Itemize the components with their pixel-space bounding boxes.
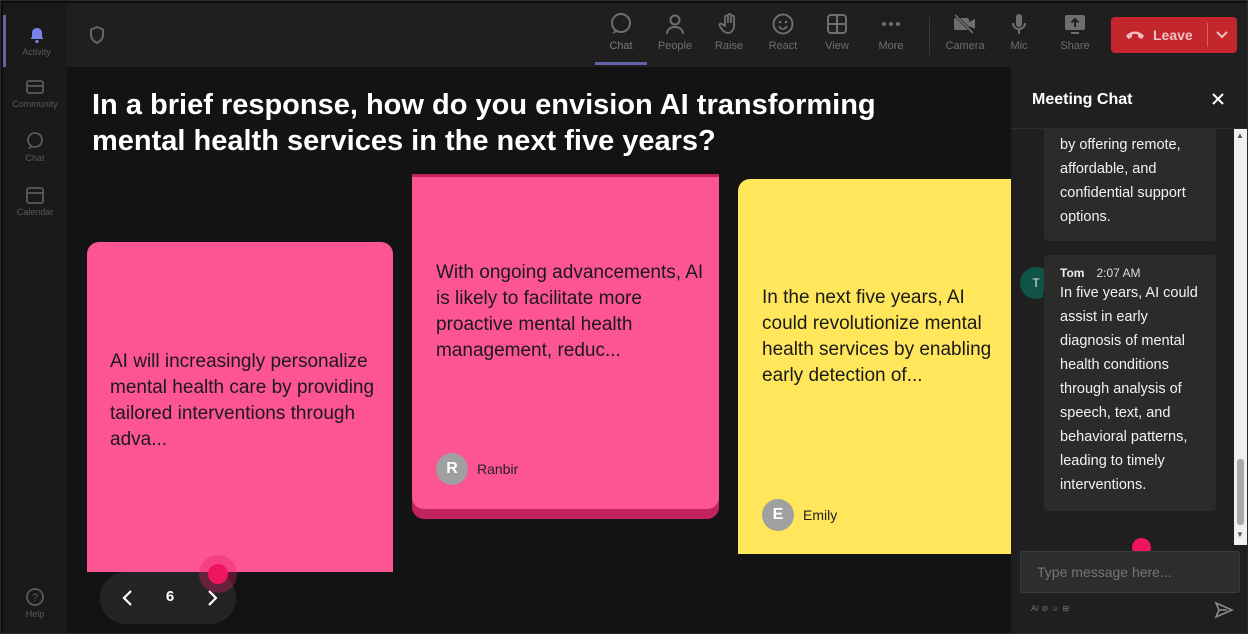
toolbar-view-button[interactable]: View — [811, 11, 863, 65]
leave-button[interactable]: Leave — [1111, 17, 1237, 53]
toolbar-label: Camera — [945, 40, 985, 52]
author-name: Emily — [803, 507, 838, 523]
meeting-toolbar: Chat People Raise React View More Camera… — [67, 3, 1247, 67]
rail-item-label: Community — [12, 99, 58, 109]
toolbar-label: Mic — [1010, 40, 1028, 52]
toolbar-label: More — [878, 40, 904, 52]
format-toolbar: A/ ⊘ ☺ ⊞ — [1031, 604, 1069, 613]
toolbar-share-button[interactable]: Share — [1049, 11, 1101, 65]
mic-icon — [1006, 11, 1032, 37]
rail-item-label: Help — [25, 609, 45, 619]
message-text: In five years, AI could assist in early … — [1060, 285, 1198, 493]
response-text: With ongoing advancements, AI is likely … — [436, 262, 704, 361]
scrollbar-thumb[interactable] — [1237, 459, 1244, 525]
toolbar-chat-button[interactable]: Chat — [595, 11, 647, 65]
toolbar-label: View — [825, 40, 849, 52]
message-meta: Tom 2:07 AM — [1060, 265, 1200, 281]
message-time: 2:07 AM — [1096, 266, 1141, 280]
attach-icon[interactable]: ⊘ — [1042, 604, 1049, 613]
share-screen-icon — [1062, 11, 1088, 37]
gif-icon[interactable]: ⊞ — [1062, 604, 1069, 613]
chevron-down-icon[interactable] — [1215, 27, 1229, 41]
toolbar-mic-button[interactable]: Mic — [993, 11, 1045, 65]
question-title: In a brief response, how do you envision… — [92, 89, 876, 157]
rail-item-activity[interactable]: Activity — [3, 15, 67, 67]
more-icon — [878, 11, 904, 37]
calendar-icon — [25, 185, 45, 205]
avatar: E — [762, 499, 794, 531]
toolbar-divider — [929, 17, 930, 55]
main-stage: In a brief response, how do you envision… — [67, 67, 1011, 633]
response-text: AI will increasingly personalize mental … — [110, 351, 375, 450]
rail-item-community[interactable]: Community — [3, 67, 67, 119]
meeting-window: Activity Community Chat Calendar ? Help — [0, 0, 1248, 634]
toolbar-label: People — [657, 40, 693, 52]
chat-message: Tom 2:07 AM In five years, AI could assis… — [1044, 255, 1216, 511]
toolbar-label: Raise — [714, 40, 744, 52]
rail-item-chat[interactable]: Chat — [3, 121, 67, 173]
bell-icon — [27, 25, 47, 45]
toolbar-more-button[interactable]: More — [865, 11, 917, 65]
toolbar-label: Share — [1060, 40, 1090, 52]
close-icon[interactable] — [1210, 91, 1226, 107]
app-rail: Activity Community Chat Calendar ? Help — [3, 3, 67, 633]
card-author: R Ranbir — [436, 453, 518, 485]
response-card[interactable]: In the next five years, AI could revolut… — [738, 179, 1011, 554]
leave-label: Leave — [1153, 27, 1193, 43]
author-name: Ranbir — [477, 461, 519, 477]
community-icon — [25, 77, 45, 97]
rail-item-label: Activity — [22, 47, 51, 57]
response-text: In the next five years, AI could revolut… — [762, 287, 992, 386]
smiley-icon — [770, 11, 796, 37]
card-author: E Emily — [762, 499, 837, 531]
response-card[interactable]: AI will increasingly personalize mental … — [87, 242, 393, 572]
chat-icon — [608, 11, 634, 37]
camera-off-icon — [952, 11, 978, 37]
emoji-icon[interactable]: ☺ — [1051, 604, 1059, 613]
toolbar-people-button[interactable]: People — [649, 11, 701, 65]
chat-title: Meeting Chat — [1032, 91, 1133, 108]
rail-item-label: Chat — [25, 153, 45, 163]
chevron-left-icon[interactable] — [118, 588, 138, 608]
toolbar-label: Chat — [609, 40, 633, 52]
toolbar-label: React — [768, 40, 798, 52]
chat-message: by offering remote, affordable, and conf… — [1044, 129, 1216, 241]
toolbar-camera-button[interactable]: Camera — [939, 11, 991, 65]
leave-divider — [1207, 23, 1208, 47]
chat-message-input[interactable] — [1020, 551, 1240, 593]
page-number: 6 — [165, 588, 175, 605]
format-icon[interactable]: A/ — [1031, 604, 1039, 613]
svg-text:?: ? — [32, 592, 38, 604]
message-author: Tom — [1060, 266, 1085, 280]
toolbar-raise-button[interactable]: Raise — [703, 11, 755, 65]
click-highlight-dot — [208, 564, 228, 584]
response-card[interactable]: With ongoing advancements, AI is likely … — [412, 177, 719, 509]
rail-item-help[interactable]: ? Help — [3, 577, 67, 629]
shield-icon[interactable] — [87, 25, 107, 45]
chat-header: Meeting Chat — [1011, 67, 1247, 129]
avatar: R — [436, 453, 468, 485]
scroll-up-arrow[interactable]: ▲ — [1236, 131, 1244, 140]
rail-item-calendar[interactable]: Calendar — [3, 175, 67, 227]
rail-item-label: Calendar — [16, 207, 54, 217]
send-icon[interactable] — [1214, 600, 1234, 620]
hand-icon — [716, 11, 742, 37]
person-icon — [662, 11, 688, 37]
help-icon: ? — [25, 587, 45, 607]
toolbar-react-button[interactable]: React — [757, 11, 809, 65]
scroll-down-arrow[interactable]: ▼ — [1236, 530, 1244, 539]
chat-icon — [25, 131, 45, 151]
grid-icon — [824, 11, 850, 37]
meeting-chat-panel: Meeting Chat by offering remote, afforda… — [1011, 67, 1247, 633]
message-text: by offering remote, affordable, and conf… — [1060, 137, 1186, 225]
hang-up-icon — [1125, 25, 1145, 45]
